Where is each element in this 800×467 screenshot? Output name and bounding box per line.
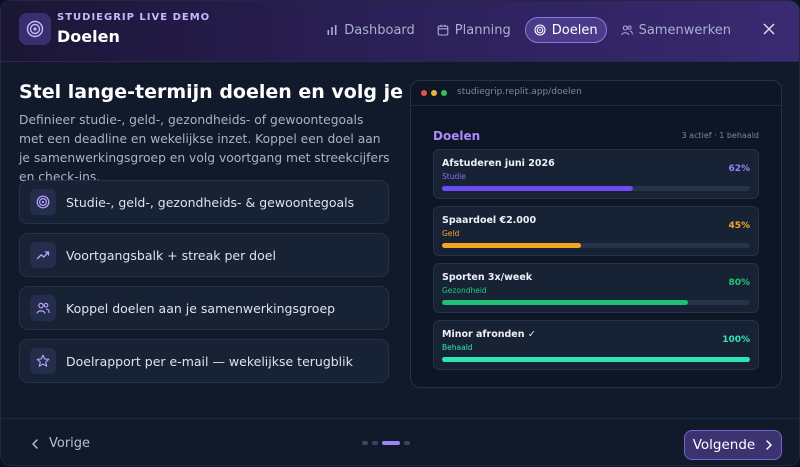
progress-fill (442, 186, 633, 191)
goal-card[interactable]: Sporten 3x/week Gezondheid 80% (433, 263, 759, 313)
address-bar: studiegrip.replit.app/doelen (457, 87, 582, 97)
progress-track (442, 186, 750, 191)
window-dot-yellow (431, 90, 437, 96)
nav-samenwerken-label: Samenwerken (638, 22, 731, 38)
chevron-left-icon (32, 438, 38, 449)
progress-fill (442, 357, 750, 362)
step-dot[interactable] (382, 441, 400, 445)
progress-fill (442, 243, 581, 248)
main-headline: Stel lange-termijn doelen en volg je gro… (19, 81, 466, 103)
step-dot[interactable] (404, 441, 410, 445)
feature-icon-box (30, 189, 56, 215)
feature-item: Voortgangsbalk + streak per doel (19, 233, 389, 277)
progress-track (442, 357, 750, 362)
goal-percent: 62% (728, 164, 750, 174)
previous-button[interactable]: Vorige (31, 436, 90, 451)
goal-name: Spaardoel €2.000 (442, 215, 537, 226)
nav-doelen[interactable]: Doelen (524, 17, 607, 43)
feature-icon-box (30, 295, 56, 321)
goal-category: Geld (442, 229, 460, 238)
goal-percent: 80% (728, 278, 750, 288)
progress-fill (442, 300, 689, 305)
progress-track (442, 300, 750, 305)
main-description: Definieer studie-, geld-, gezondheids- o… (19, 113, 390, 184)
browser-bar: studiegrip.replit.app/doelen (411, 81, 781, 106)
goal-name: Sporten 3x/week (442, 272, 533, 283)
goal-card[interactable]: Minor afronden ✓ Behaald 100% (433, 320, 759, 370)
target-icon (36, 195, 50, 209)
goals-count: 3 actief · 1 behaald (681, 131, 759, 140)
window-dot-green (441, 90, 447, 96)
goal-category: Gezondheid (442, 286, 487, 295)
nav-samenwerken[interactable]: Samenwerken (613, 17, 739, 43)
feature-item: Koppel doelen aan je samenwerkingsgroep (19, 286, 389, 330)
modal-header: STUDIEGRIP LIVE DEMO Doelen Dashboard Pl (1, 1, 799, 62)
feature-item: Doelrapport per e-mail — wekelijkse teru… (19, 339, 389, 383)
goal-category: Behaald (442, 343, 473, 352)
modal-footer: Vorige Volgende (1, 418, 799, 465)
feature-icon-box (30, 348, 56, 374)
page-title: Doelen (57, 27, 120, 46)
step-indicator (362, 441, 410, 445)
users-icon (36, 302, 50, 314)
close-icon (763, 23, 775, 35)
star-icon (36, 354, 50, 367)
users-icon (620, 25, 633, 36)
trending-up-icon (36, 251, 50, 260)
feature-label: Koppel doelen aan je samenwerkingsgroep (66, 300, 336, 316)
next-label: Volgende (692, 437, 756, 453)
app-logo (19, 13, 51, 45)
preview-title: Doelen (433, 129, 481, 143)
chevron-right-icon (766, 440, 772, 450)
nav-planning[interactable]: Planning (429, 17, 519, 43)
feature-icon-box (30, 242, 56, 268)
nav-dashboard[interactable]: Dashboard (318, 17, 423, 43)
app-preview: studiegrip.replit.app/doelen Doelen 3 ac… (410, 80, 782, 388)
goal-name: Minor afronden ✓ (442, 329, 536, 340)
goal-name: Afstuderen juni 2026 (442, 158, 555, 169)
next-button[interactable]: Volgende (684, 430, 782, 460)
previous-label: Vorige (49, 436, 91, 451)
feature-label: Doelrapport per e-mail — wekelijkse teru… (66, 353, 353, 369)
top-nav: Dashboard Planning Doelen Samenwerken (318, 17, 739, 43)
goal-card[interactable]: Afstuderen juni 2026 Studie 62% (433, 149, 759, 199)
goal-card[interactable]: Spaardoel €2.000 Geld 45% (433, 206, 759, 256)
progress-track (442, 243, 750, 248)
nav-dashboard-label: Dashboard (344, 22, 415, 38)
calendar-icon (437, 24, 449, 36)
target-icon (26, 20, 44, 38)
nav-doelen-label: Doelen (551, 22, 598, 38)
brand-subtitle: STUDIEGRIP LIVE DEMO (57, 12, 211, 23)
goal-category: Studie (442, 172, 466, 181)
demo-modal: STUDIEGRIP LIVE DEMO Doelen Dashboard Pl (1, 1, 799, 465)
close-button[interactable] (761, 21, 777, 37)
step-dot[interactable] (372, 441, 378, 445)
step-dot[interactable] (362, 441, 368, 445)
feature-label: Studie-, geld-, gezondheids- & gewoonteg… (66, 194, 355, 210)
goal-percent: 100% (722, 335, 750, 345)
feature-item: Studie-, geld-, gezondheids- & gewoonteg… (19, 180, 389, 224)
goal-percent: 45% (728, 221, 750, 231)
window-dot-red (421, 90, 427, 96)
nav-planning-label: Planning (454, 22, 511, 38)
target-icon (534, 24, 546, 36)
feature-label: Voortgangsbalk + streak per doel (66, 247, 276, 263)
bar-chart-icon (327, 25, 337, 35)
